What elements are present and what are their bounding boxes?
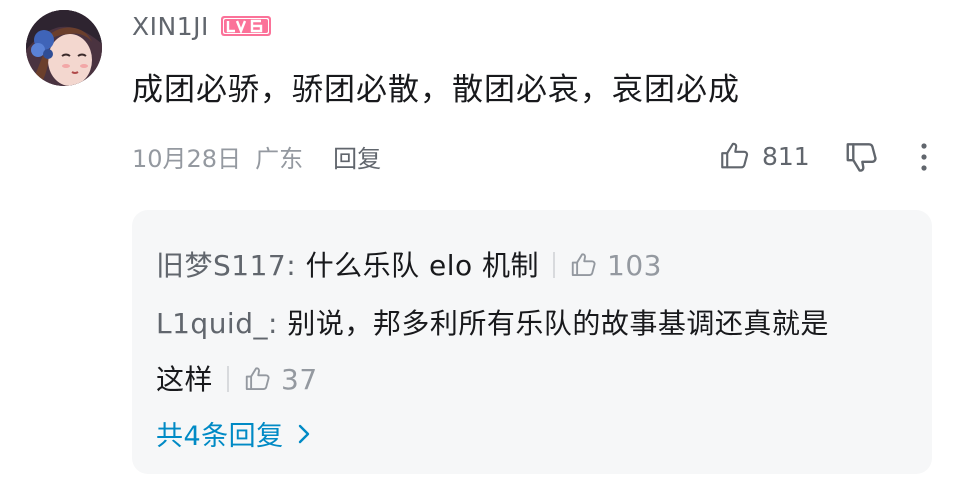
reply-text: 别说，邦多利所有乐队的故事基调还真就是: [287, 307, 829, 340]
level-badge: [220, 16, 271, 36]
reply-item[interactable]: L1quid_: 别说，邦多利所有乐队的故事基调还真就是: [156, 302, 829, 342]
like-count: 811: [762, 141, 810, 171]
more-vertical-icon: [921, 143, 927, 171]
reply-author[interactable]: L1quid_: [156, 307, 268, 340]
comment-date: 10月28日: [132, 144, 242, 173]
like-button[interactable]: 811: [718, 136, 810, 176]
username[interactable]: XIN1JI: [132, 12, 209, 41]
reply-item-continuation[interactable]: 这样 37: [156, 358, 318, 398]
view-all-replies-link[interactable]: 共4条回复: [156, 414, 312, 453]
reply-separator: :: [286, 249, 306, 282]
reply-like-count: 37: [281, 362, 318, 396]
reply-button[interactable]: 回复: [333, 139, 381, 174]
view-all-replies-label: 共4条回复: [156, 421, 284, 452]
reply-text: 什么乐队 elo 机制: [305, 249, 540, 282]
reply-like-button[interactable]: 103: [569, 249, 662, 282]
reply-divider: [227, 366, 230, 392]
thumbs-up-icon: [571, 253, 596, 276]
replies-preview: 旧梦S117: 什么乐队 elo 机制 103 L1quid_: 别说，邦多利所有…: [132, 210, 932, 474]
chevron-right-icon: [298, 424, 309, 443]
thumbs-up-icon: [721, 142, 749, 169]
reply-divider: [553, 252, 556, 278]
comment-text: 成团必骄，骄团必散，散团必哀，哀团必成: [132, 72, 740, 108]
avatar-image: [26, 10, 102, 86]
reply-item[interactable]: 旧梦S117: 什么乐队 elo 机制 103: [156, 244, 662, 284]
comment-location: 广东: [255, 144, 304, 173]
thumbs-up-icon: [245, 367, 270, 390]
comment-header: XIN1JI: [132, 8, 271, 44]
reply-author[interactable]: 旧梦S117: [156, 249, 286, 282]
reply-separator: :: [268, 307, 288, 340]
level-6-icon: [220, 16, 271, 36]
reply-text: 这样: [156, 363, 214, 396]
comment-meta: 10月28日 广东 回复: [132, 138, 381, 174]
reply-like-button[interactable]: 37: [243, 363, 318, 396]
thumbs-down-icon: [846, 143, 877, 172]
dislike-button[interactable]: [843, 138, 881, 176]
reply-like-count: 103: [607, 248, 662, 282]
avatar[interactable]: [26, 10, 102, 86]
more-options-button[interactable]: [912, 138, 936, 176]
